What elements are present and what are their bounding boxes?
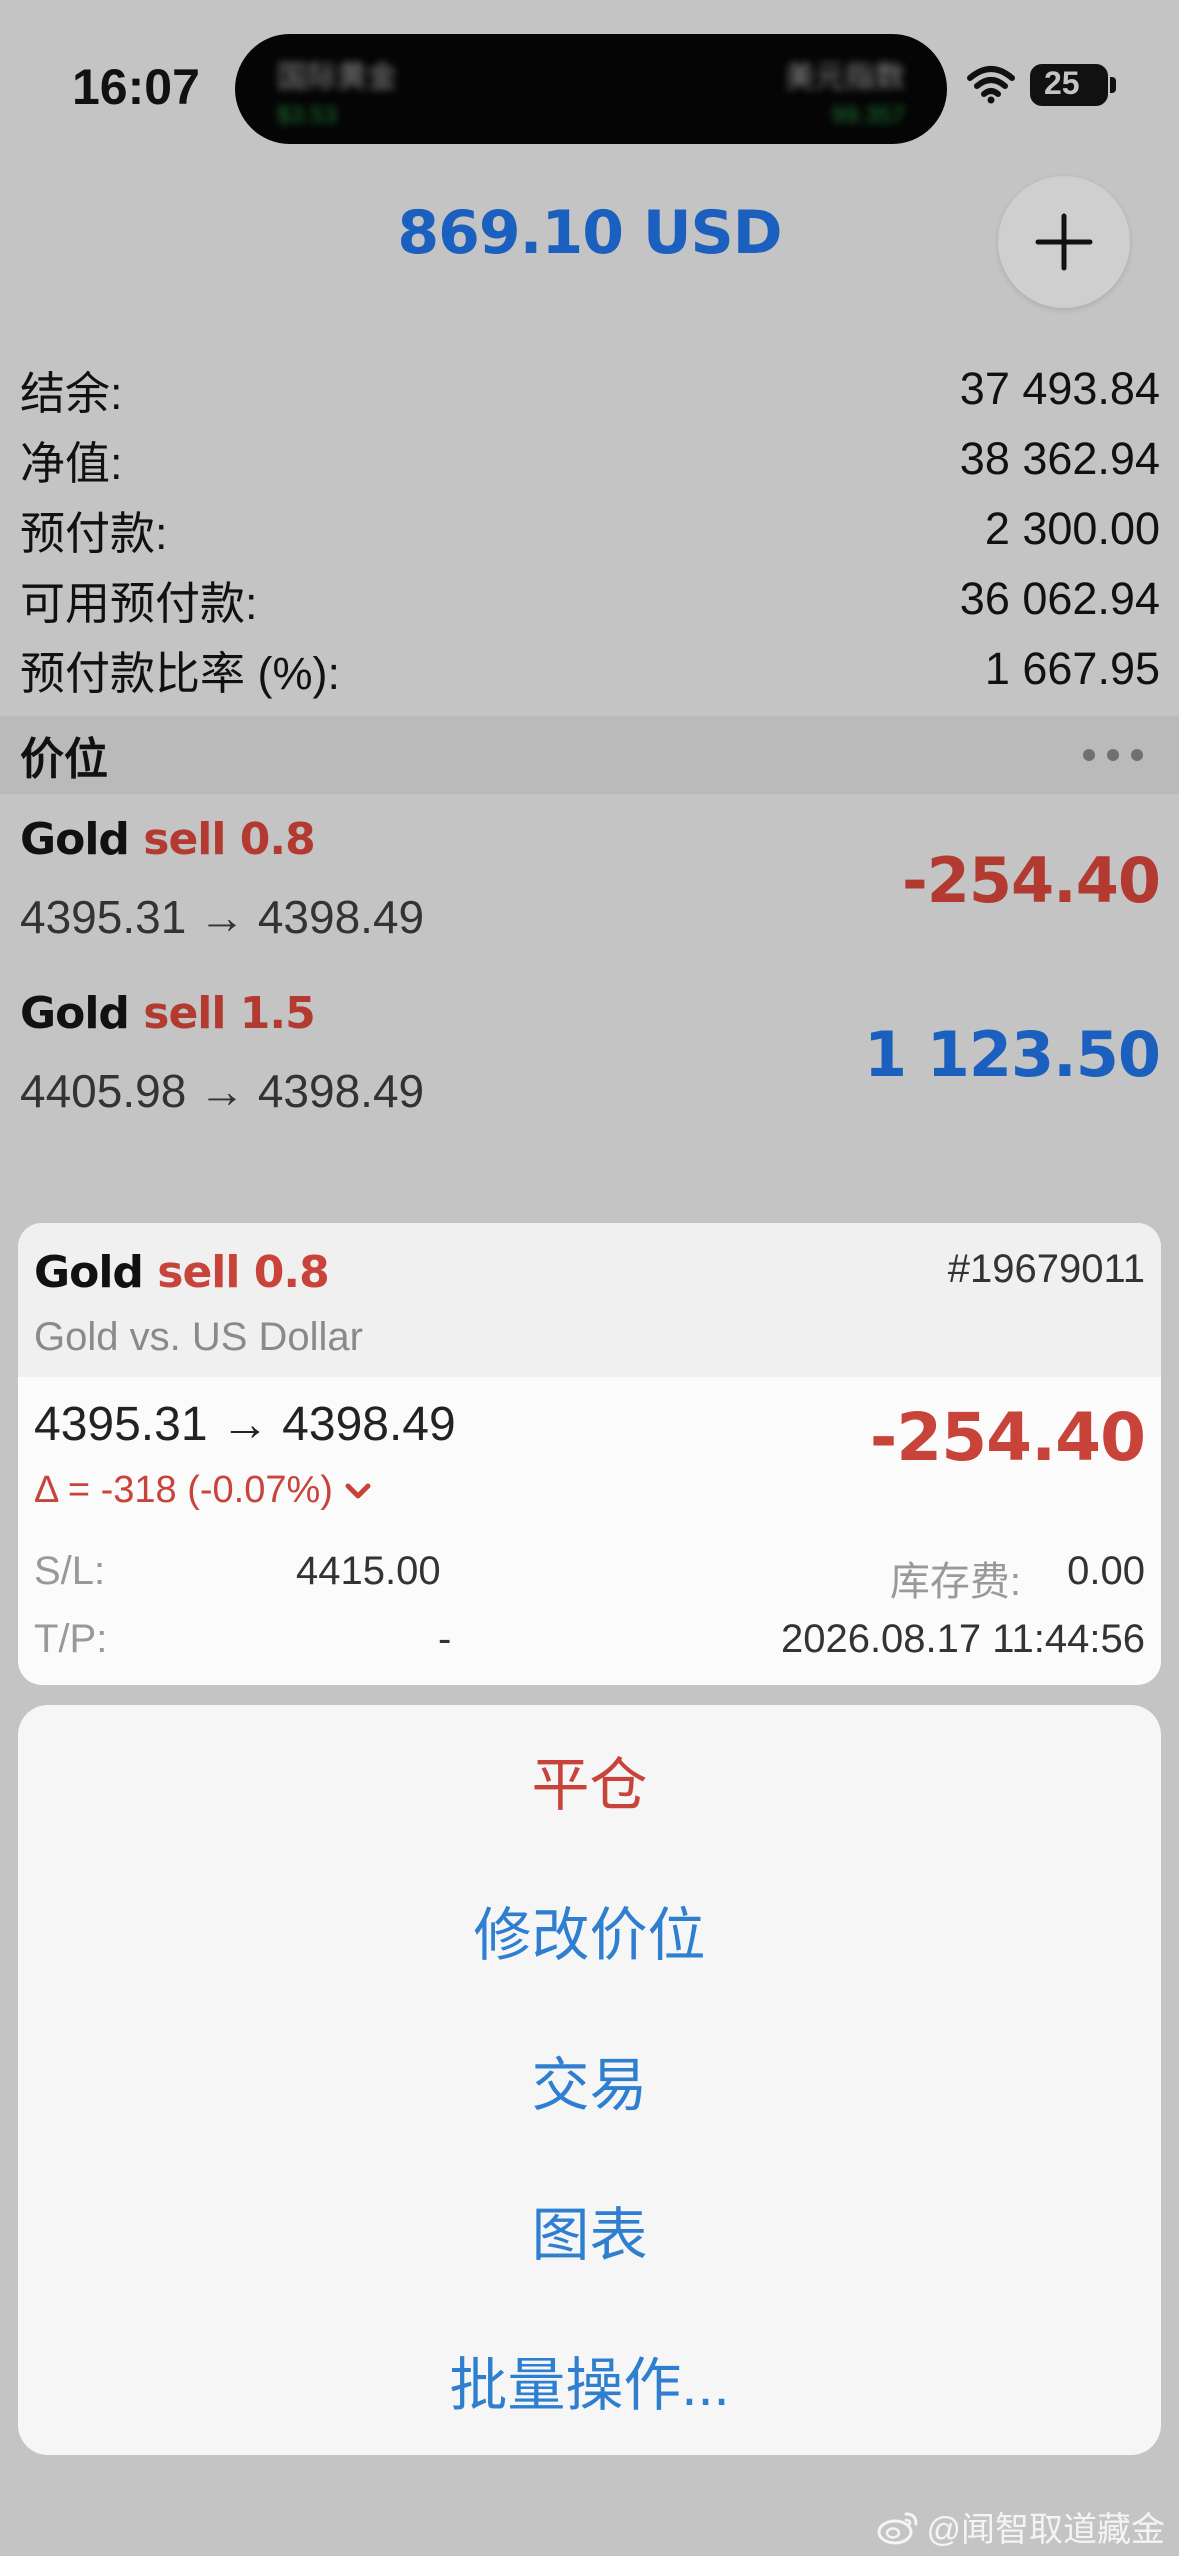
summary-label: 可用预付款:: [20, 577, 258, 629]
position-title: Gold sell 1.5: [20, 988, 316, 1039]
tp-label: T/P:: [34, 1617, 108, 1661]
summary-value: 37 493.84: [959, 363, 1160, 414]
battery-icon: 25: [1030, 64, 1108, 106]
watermark: @闻智取道藏金: [876, 2502, 1165, 2551]
summary-row-free-margin: 可用预付款: 36 062.94: [20, 564, 1160, 634]
detail-symbol: Gold: [34, 1247, 144, 1298]
more-icon[interactable]: [1083, 749, 1143, 761]
position-prices: 4395.31 → 4398.49: [20, 891, 425, 943]
dynamic-island: 国际黄金 $3.53 美元指数 99.357: [235, 34, 947, 144]
summary-value: 2 300.00: [984, 503, 1160, 554]
detail-delta[interactable]: Δ = -318 (-0.07%): [34, 1469, 373, 1512]
summary-value: 38 362.94: [959, 433, 1160, 484]
summary-label: 净值:: [20, 437, 123, 489]
position-side: sell 0.8: [143, 814, 315, 865]
summary-label: 预付款:: [20, 507, 168, 559]
open-time: 2026.08.17 11:44:56: [780, 1617, 1145, 1661]
sl-label: S/L:: [34, 1549, 106, 1593]
watermark-text: @闻智取道藏金: [926, 2511, 1165, 2549]
bulk-operations-button[interactable]: 批量操作...: [18, 2305, 1161, 2455]
swap-label: 库存费:: [889, 1560, 1021, 1604]
action-sheet: 平仓 修改价位 交易 图表 批量操作...: [18, 1705, 1161, 2455]
position-title: Gold sell 0.8: [20, 814, 316, 865]
summary-label: 预付款比率 (%):: [20, 647, 340, 699]
detail-ticket: #19679011: [947, 1247, 1145, 1291]
position-row[interactable]: Gold sell 0.8 4395.31 → 4398.49 -254.40: [20, 814, 1161, 974]
trade-button[interactable]: 交易: [18, 2005, 1161, 2155]
detail-delta-text: Δ = -318 (-0.07%): [34, 1469, 333, 1511]
close-position-button[interactable]: 平仓: [18, 1705, 1161, 1855]
summary-label: 结余:: [20, 367, 123, 419]
tp-value: -: [438, 1617, 452, 1661]
chart-button[interactable]: 图表: [18, 2155, 1161, 2305]
battery-level: 25: [1044, 65, 1080, 101]
position-profit: -254.40: [902, 844, 1161, 917]
chevron-down-icon: [345, 1483, 371, 1498]
weibo-icon: [877, 2512, 918, 2544]
island-left-title: 国际黄金: [277, 61, 397, 94]
position-detail-card: Gold sell 0.8 #19679011 Gold vs. US Doll…: [18, 1223, 1161, 1685]
position-side: sell 1.5: [143, 988, 315, 1039]
battery-cap: [1110, 77, 1116, 93]
account-summary: 结余: 37 493.84 净值: 38 362.94 预付款: 2 300.0…: [20, 354, 1160, 704]
position-prices: 4405.98 → 4398.49: [20, 1065, 425, 1117]
status-time: 16:07: [72, 59, 200, 115]
positions-section-header: 价位: [0, 716, 1179, 794]
island-right-widget: 美元指数 99.357: [785, 52, 905, 130]
position-row[interactable]: Gold sell 1.5 4405.98 → 4398.49 1 123.50: [20, 988, 1161, 1148]
summary-row-margin-level: 预付款比率 (%): 1 667.95: [20, 634, 1160, 704]
add-button[interactable]: [998, 176, 1130, 308]
sl-value: 4415.00: [296, 1549, 441, 1593]
summary-value: 36 062.94: [959, 573, 1160, 624]
island-right-value: 99.357: [831, 102, 905, 129]
section-title: 价位: [20, 735, 108, 784]
position-symbol: Gold: [20, 814, 130, 865]
island-left-value: $3.53: [277, 102, 338, 129]
detail-description: Gold vs. US Dollar: [34, 1315, 363, 1359]
island-right-title: 美元指数: [785, 61, 905, 94]
island-left-widget: 国际黄金 $3.53: [277, 52, 397, 130]
modify-position-button[interactable]: 修改价位: [18, 1855, 1161, 2005]
detail-profit: -254.40: [869, 1399, 1146, 1476]
detail-side: sell 0.8: [157, 1247, 329, 1298]
position-profit: 1 123.50: [864, 1018, 1161, 1091]
position-symbol: Gold: [20, 988, 130, 1039]
detail-header: Gold sell 0.8 #19679011 Gold vs. US Doll…: [18, 1223, 1161, 1377]
summary-row-margin: 预付款: 2 300.00: [20, 494, 1160, 564]
plus-icon: [1035, 213, 1093, 271]
detail-title: Gold sell 0.8: [34, 1247, 330, 1298]
detail-prices: 4395.31 → 4398.49: [34, 1398, 456, 1451]
swap-value: 0.00: [1067, 1549, 1145, 1593]
summary-row-equity: 净值: 38 362.94: [20, 424, 1160, 494]
summary-value: 1 667.95: [984, 643, 1160, 694]
summary-row-balance: 结余: 37 493.84: [20, 354, 1160, 424]
wifi-icon: [967, 66, 1015, 104]
